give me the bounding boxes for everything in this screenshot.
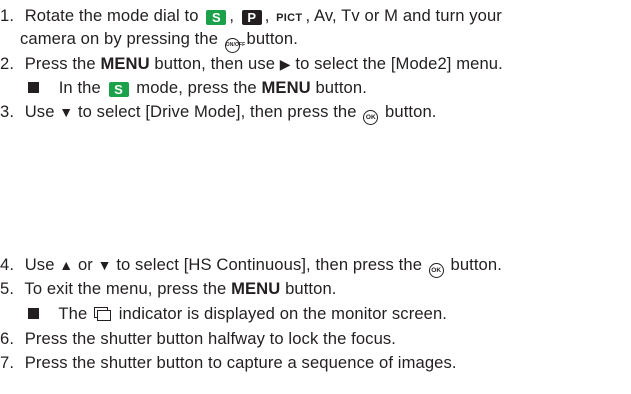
step-number: 1.: [0, 6, 15, 25]
step-text: button.: [246, 29, 298, 48]
step-4-line: 4. Use ▲ or ▼ to select [HS Continuous],…: [0, 255, 502, 278]
step-text: To exit the menu, press the: [24, 279, 227, 298]
power-button-icon: ON/OFF: [224, 38, 245, 53]
step-number: 2.: [0, 54, 15, 73]
ok-button-icon: OK: [428, 263, 444, 278]
step-text: button.: [450, 255, 502, 274]
step-text: Rotate the mode dial to: [24, 6, 199, 25]
step-2-note: In the S mode, press the MENU button.: [20, 78, 367, 98]
menu-button-label: MENU: [231, 279, 281, 298]
step-text: or: [364, 6, 380, 25]
tv-mode-label: Tv: [341, 6, 360, 25]
step-text: Use: [24, 102, 55, 121]
step-1-line-1: 1. Rotate the mode dial to S, P, PICT, A…: [0, 6, 502, 25]
step-text: button.: [315, 78, 367, 97]
step-text: Press the shutter button halfway to lock…: [24, 329, 396, 348]
continuous-shooting-icon: [94, 307, 112, 321]
menu-button-label: MENU: [100, 54, 150, 73]
m-mode-label: M: [384, 6, 399, 25]
step-number: 7.: [0, 353, 15, 372]
step-text: or: [77, 255, 93, 274]
step-text: button, then use: [154, 54, 276, 73]
step-text: Use: [24, 255, 55, 274]
step-text: Press the: [24, 54, 96, 73]
step-number: 3.: [0, 102, 15, 121]
bullet-icon: [28, 82, 39, 93]
ok-button-icon: OK: [363, 110, 379, 125]
step-number: 5.: [0, 279, 15, 298]
step-5-note: The indicator is displayed on the monito…: [20, 304, 447, 324]
step-text: button.: [285, 279, 337, 298]
down-arrow-icon: ▼: [59, 104, 74, 120]
menu-button-label: MENU: [261, 78, 311, 97]
step-text: to select the [Mode2] menu.: [295, 54, 503, 73]
step-text: camera on by pressing the: [20, 29, 219, 48]
program-mode-icon: P: [241, 10, 262, 25]
step-7-line: 7. Press the shutter button to capture a…: [0, 353, 457, 373]
bullet-icon: [28, 308, 39, 319]
up-arrow-icon: ▲: [59, 257, 74, 273]
av-mode-label: Av: [313, 6, 332, 25]
step-text: and turn your: [402, 6, 502, 25]
step-3-line: 3. Use ▼ to select [Drive Mode], then pr…: [0, 102, 436, 125]
step-text: The: [58, 304, 88, 323]
step-number: 6.: [0, 329, 15, 348]
right-arrow-icon: ▶: [279, 56, 291, 72]
step-text: indicator is displayed on the monitor sc…: [118, 304, 448, 323]
scene-mode-icon: S: [206, 10, 227, 25]
step-6-line: 6. Press the shutter button halfway to l…: [0, 329, 396, 349]
step-text: button.: [385, 102, 437, 121]
step-text: mode, press the: [136, 78, 257, 97]
down-arrow-icon: ▼: [97, 257, 112, 273]
step-text: In the: [58, 78, 101, 97]
step-text: to select [Drive Mode], then press the: [77, 102, 357, 121]
step-5-line: 5. To exit the menu, press the MENU butt…: [0, 279, 337, 299]
step-1-line-2: camera on by pressing the ON/OFF button.: [20, 29, 298, 53]
step-text: to select [HS Continuous], then press th…: [116, 255, 423, 274]
step-2-line: 2. Press the MENU button, then use ▶ to …: [0, 54, 503, 74]
step-text: Press the shutter button to capture a se…: [24, 353, 457, 372]
scene-mode-icon: S: [108, 82, 129, 97]
step-number: 4.: [0, 255, 15, 274]
pict-mode-icon: PICT: [276, 12, 303, 24]
